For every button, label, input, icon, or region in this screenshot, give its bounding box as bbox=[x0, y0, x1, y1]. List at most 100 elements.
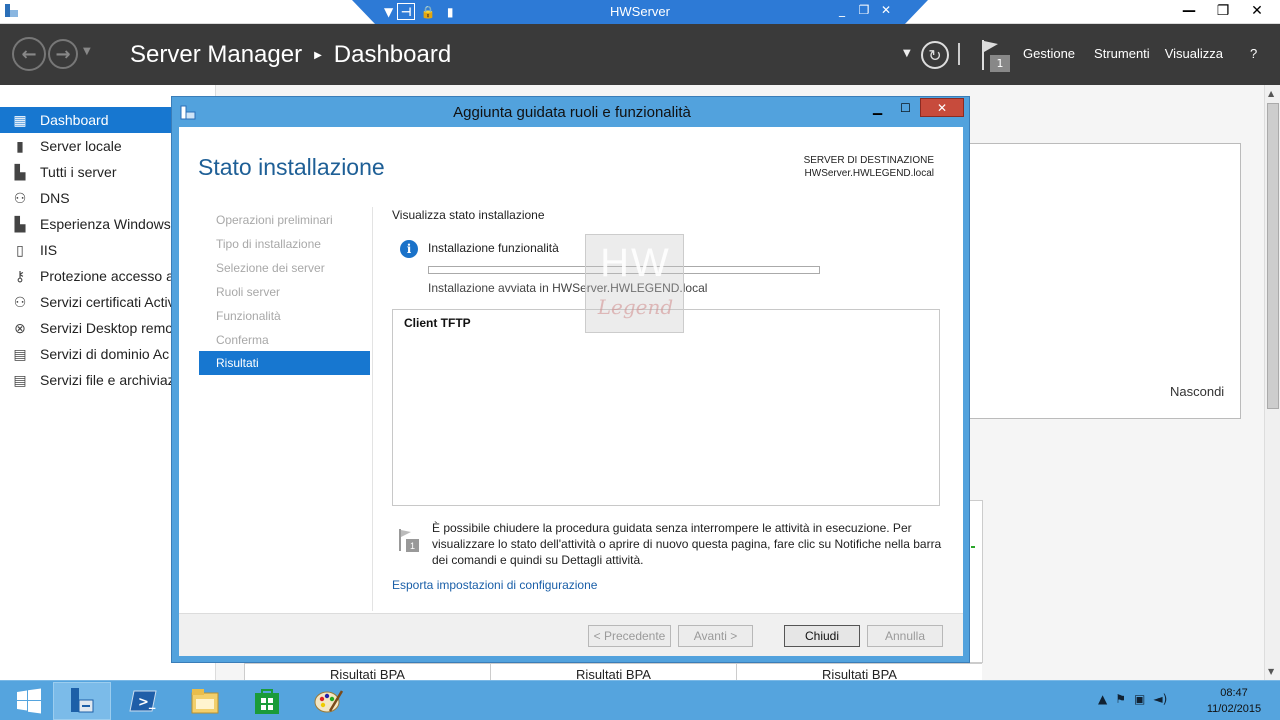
paint-icon bbox=[314, 690, 344, 713]
volume-icon[interactable]: ◄) bbox=[1153, 692, 1167, 706]
destination-server-name: HWServer.HWLEGEND.local bbox=[804, 168, 934, 179]
powershell-icon: >_ bbox=[129, 690, 157, 712]
steps-divider bbox=[372, 207, 373, 611]
step-confirmation: Conferma bbox=[216, 333, 269, 347]
menu-strumenti[interactable]: Strumenti bbox=[1094, 46, 1150, 61]
breadcrumb-page: Dashboard bbox=[333, 41, 452, 68]
rdp-minimize-button[interactable]: — bbox=[1172, 0, 1206, 22]
cancel-button[interactable]: Annulla bbox=[867, 625, 943, 647]
vertical-scrollbar[interactable]: ▲ ▼ bbox=[1264, 85, 1280, 680]
sidebar-item-label: Server locale bbox=[40, 138, 122, 154]
wizard-title: Aggiunta guidata ruoli e funzionalità bbox=[453, 104, 691, 121]
results-list: Client TFTP bbox=[392, 309, 940, 506]
feature-name: Client TFTP bbox=[404, 316, 471, 330]
step-preliminary: Operazioni preliminari bbox=[216, 213, 333, 227]
svg-text:>_: >_ bbox=[138, 695, 156, 710]
wizard-close-button[interactable]: ✕ bbox=[920, 98, 964, 117]
store-icon bbox=[255, 689, 279, 714]
back-button[interactable]: ← bbox=[12, 37, 46, 71]
system-tray: ▲ ⚑ ▣ ◄) bbox=[1098, 692, 1167, 706]
show-hidden-icons-icon[interactable]: ▲ bbox=[1098, 692, 1107, 706]
step-results[interactable]: Risultati bbox=[216, 356, 259, 370]
taskbar: >_ ▲ ⚑ ▣ ◄) 08:47 11/02/2015 bbox=[0, 680, 1280, 720]
scrollbar-thumb[interactable] bbox=[1267, 103, 1279, 409]
sidebar-item-label: IIS bbox=[40, 242, 58, 258]
wizard-footer: < Precedente Avanti > Chiudi Annulla bbox=[179, 613, 963, 656]
menu-visualizza[interactable]: Visualizza bbox=[1165, 46, 1223, 61]
export-settings-link[interactable]: Esporta impostazioni di configurazione bbox=[392, 578, 597, 592]
header-dropdown-icon[interactable]: ▼ bbox=[903, 48, 911, 59]
menu-gestione[interactable]: Gestione bbox=[1023, 46, 1075, 61]
info-note: È possibile chiudere la procedura guidat… bbox=[432, 521, 942, 567]
scroll-down-icon[interactable]: ▼ bbox=[1268, 667, 1274, 676]
welcome-tile bbox=[968, 143, 1241, 419]
bpa-results-label[interactable]: Risultati BPA bbox=[490, 663, 736, 680]
rdp-restore-button[interactable]: ❐ bbox=[1206, 0, 1240, 22]
header-divider bbox=[958, 43, 960, 65]
taskbar-server-manager[interactable] bbox=[53, 682, 111, 720]
start-button[interactable] bbox=[0, 682, 58, 720]
breadcrumb-app[interactable]: Server Manager bbox=[130, 41, 302, 69]
certificate-icon: ⚇ bbox=[13, 293, 27, 310]
sidebar-item-label: Protezione accesso al bbox=[40, 268, 177, 284]
file-storage-icon: ▤ bbox=[13, 371, 27, 388]
hide-welcome-link[interactable]: Nascondi bbox=[1170, 384, 1224, 399]
step-installation-type: Tipo di installazione bbox=[216, 237, 321, 251]
sidebar-item-label: Servizi Desktop remo bbox=[40, 320, 174, 336]
connbar-close-button[interactable]: ✕ bbox=[878, 3, 894, 17]
header-menu: Gestione Strumenti Visualizza ? bbox=[1023, 46, 1257, 61]
watermark-legend: Legend bbox=[597, 295, 674, 319]
info-icon: i bbox=[400, 240, 418, 258]
step-server-roles: Ruoli server bbox=[216, 285, 281, 299]
folder-icon bbox=[191, 689, 219, 714]
step-features: Funzionalità bbox=[216, 309, 281, 323]
scroll-up-icon[interactable]: ▲ bbox=[1268, 89, 1274, 98]
taskbar-store[interactable] bbox=[238, 682, 296, 720]
history-dropdown-icon[interactable]: ▼ bbox=[83, 46, 91, 57]
status-tile bbox=[970, 500, 983, 663]
system-clock[interactable]: 08:47 11/02/2015 bbox=[1195, 685, 1273, 717]
bpa-results-label[interactable]: Risultati BPA bbox=[244, 663, 490, 680]
sidebar-item-label: Servizi di dominio Ac bbox=[40, 346, 170, 362]
access-protection-icon: ⚷ bbox=[14, 267, 26, 284]
bpa-results-label[interactable]: Risultati BPA bbox=[736, 663, 982, 680]
rdp-connection-bar: ▼ ⊣ 🔒 ▮ HWServer _ ❐ ✕ bbox=[352, 0, 928, 24]
rdp-close-button[interactable]: ✕ bbox=[1240, 0, 1274, 22]
server-icon: ▮ bbox=[16, 137, 24, 154]
previous-button[interactable]: < Precedente bbox=[588, 625, 671, 647]
connbar-restore-button[interactable]: ❐ bbox=[856, 3, 872, 17]
destination-server: SERVER DI DESTINAZIONE HWServer.HWLEGEND… bbox=[804, 154, 934, 180]
sidebar-item-label: Tutti i server bbox=[40, 164, 117, 180]
network-icon[interactable]: ▣ bbox=[1134, 692, 1145, 706]
windows-experience-icon: ▙ bbox=[14, 215, 26, 232]
destination-server-label: SERVER DI DESTINAZIONE bbox=[803, 155, 934, 166]
forward-button[interactable]: → bbox=[48, 39, 78, 69]
domain-icon: ▤ bbox=[13, 345, 27, 362]
servers-icon: ▙ bbox=[14, 163, 26, 180]
windows-logo-icon bbox=[17, 688, 41, 714]
taskbar-powershell[interactable]: >_ bbox=[114, 682, 172, 720]
watermark-logo: HW Legend bbox=[585, 234, 684, 333]
watermark-hw: HW bbox=[600, 241, 671, 285]
dashboard-icon: ▦ bbox=[13, 111, 27, 128]
wizard-maximize-button[interactable]: ☐ bbox=[892, 98, 919, 117]
page-title: Stato installazione bbox=[198, 154, 385, 180]
menu-help[interactable]: ? bbox=[1250, 46, 1257, 61]
sidebar-item-label: Esperienza Windows bbox=[40, 216, 171, 232]
taskbar-paint[interactable] bbox=[300, 682, 358, 720]
close-button[interactable]: Chiudi bbox=[784, 625, 860, 647]
status-indicator bbox=[971, 546, 975, 548]
next-button[interactable]: Avanti > bbox=[678, 625, 753, 647]
wizard-minimize-button[interactable]: ▁ bbox=[864, 98, 891, 117]
svg-text:1: 1 bbox=[410, 541, 415, 551]
action-center-flag-icon[interactable]: ⚑ bbox=[1115, 692, 1126, 706]
clock-date: 11/02/2015 bbox=[1206, 703, 1262, 715]
clock-time: 08:47 bbox=[1220, 687, 1248, 699]
iis-icon: ▯ bbox=[16, 241, 24, 258]
breadcrumb: Server Manager ▶ Dashboard bbox=[130, 41, 451, 69]
connbar-minimize-button[interactable]: _ bbox=[834, 3, 850, 17]
refresh-icon[interactable]: ↻ bbox=[921, 41, 949, 69]
taskbar-file-explorer[interactable] bbox=[176, 682, 234, 720]
sidebar-item-label: Dashboard bbox=[40, 112, 109, 128]
server-manager-icon bbox=[71, 688, 94, 713]
